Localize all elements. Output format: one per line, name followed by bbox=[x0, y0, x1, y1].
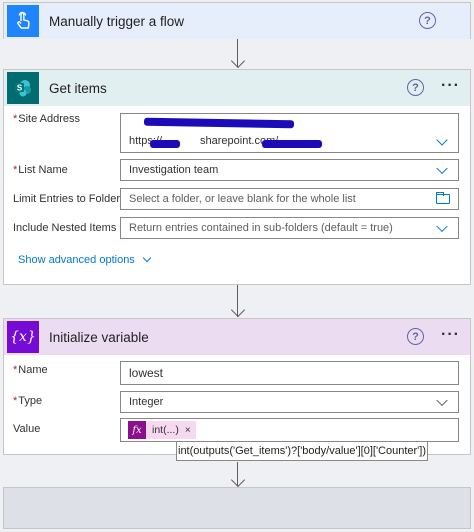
limit-folder-label: Limit Entries to Folder bbox=[13, 193, 120, 205]
list-name-label-text: List Name bbox=[18, 164, 68, 176]
connector-arrow-icon bbox=[230, 302, 246, 318]
trigger-header[interactable]: Manually trigger a flow ? bbox=[4, 3, 470, 39]
var-name-value: lowest bbox=[129, 366, 164, 380]
var-value-label: Value bbox=[13, 423, 41, 435]
chevron-down-icon[interactable] bbox=[436, 162, 448, 175]
folder-icon[interactable] bbox=[436, 192, 450, 204]
svg-text:S: S bbox=[17, 84, 23, 93]
var-type-select[interactable]: Integer bbox=[120, 391, 459, 413]
bottom-panel bbox=[3, 487, 471, 529]
list-name-select[interactable]: Investigation team bbox=[120, 159, 459, 181]
var-name-label-text: Name bbox=[18, 364, 48, 376]
init-variable-help-icon[interactable]: ? bbox=[407, 328, 424, 345]
required-marker: * bbox=[13, 364, 18, 376]
chevron-down-icon[interactable] bbox=[436, 220, 448, 233]
expression-token[interactable]: fx int(...) × bbox=[128, 421, 196, 439]
show-advanced-options-text: Show advanced options bbox=[18, 254, 135, 266]
touch-hand-icon bbox=[7, 5, 39, 37]
variable-icon: {x} bbox=[7, 321, 39, 353]
get-items-card: S Get items ? ··· *Site Address https://… bbox=[3, 69, 471, 285]
var-type-label: *Type bbox=[13, 395, 42, 407]
site-address-label-text: Site Address bbox=[18, 113, 81, 125]
get-items-help-icon[interactable]: ? bbox=[407, 79, 424, 96]
trigger-title: Manually trigger a flow bbox=[49, 13, 185, 29]
connector-arrow-icon bbox=[230, 472, 246, 488]
get-items-more-icon[interactable]: ··· bbox=[441, 77, 460, 95]
expression-tooltip: int(outputs('Get_items')?['body/value'][… bbox=[176, 441, 428, 461]
limit-folder-placeholder: Select a folder, or leave blank for the … bbox=[129, 193, 356, 205]
list-name-value: Investigation team bbox=[129, 164, 219, 176]
fx-icon: fx bbox=[128, 421, 146, 439]
required-marker: * bbox=[13, 164, 18, 176]
list-name-label: *List Name bbox=[13, 164, 68, 176]
init-variable-title: Initialize variable bbox=[49, 329, 149, 345]
nested-items-select[interactable]: Return entries contained in sub-folders … bbox=[120, 217, 459, 239]
var-type-value: Integer bbox=[129, 396, 164, 408]
init-variable-more-icon[interactable]: ··· bbox=[441, 326, 460, 344]
chevron-down-icon[interactable] bbox=[436, 394, 448, 407]
connector-arrow-icon bbox=[230, 53, 246, 69]
init-variable-header[interactable]: {x} Initialize variable ? ··· bbox=[4, 319, 470, 355]
required-marker: * bbox=[13, 395, 18, 407]
get-items-title: Get items bbox=[49, 80, 107, 96]
show-advanced-options-link[interactable]: Show advanced options bbox=[18, 253, 152, 266]
nested-items-label: Include Nested Items bbox=[13, 222, 117, 234]
init-variable-card: {x} Initialize variable ? ··· *Name lowe… bbox=[3, 318, 471, 455]
trigger-card[interactable]: Manually trigger a flow ? bbox=[3, 2, 471, 39]
site-address-label: *Site Address bbox=[13, 113, 80, 125]
var-name-label: *Name bbox=[13, 364, 48, 376]
chevron-down-icon bbox=[142, 253, 152, 263]
var-value-input[interactable]: fx int(...) × bbox=[120, 418, 459, 442]
required-marker: * bbox=[13, 113, 18, 125]
redaction-mark bbox=[262, 140, 322, 148]
sharepoint-icon: S bbox=[7, 72, 39, 104]
chevron-down-icon[interactable] bbox=[436, 134, 448, 146]
remove-token-icon[interactable]: × bbox=[185, 425, 191, 436]
variable-icon-text: {x} bbox=[10, 329, 36, 345]
var-name-input[interactable]: lowest bbox=[120, 361, 459, 385]
trigger-help-icon[interactable]: ? bbox=[419, 12, 436, 29]
limit-folder-input[interactable]: Select a folder, or leave blank for the … bbox=[120, 188, 459, 210]
get-items-header[interactable]: S Get items ? ··· bbox=[4, 70, 470, 106]
token-label: int(...) bbox=[152, 424, 179, 436]
nested-items-value: Return entries contained in sub-folders … bbox=[129, 222, 393, 234]
var-type-label-text: Type bbox=[18, 395, 43, 407]
redaction-mark bbox=[150, 140, 180, 148]
